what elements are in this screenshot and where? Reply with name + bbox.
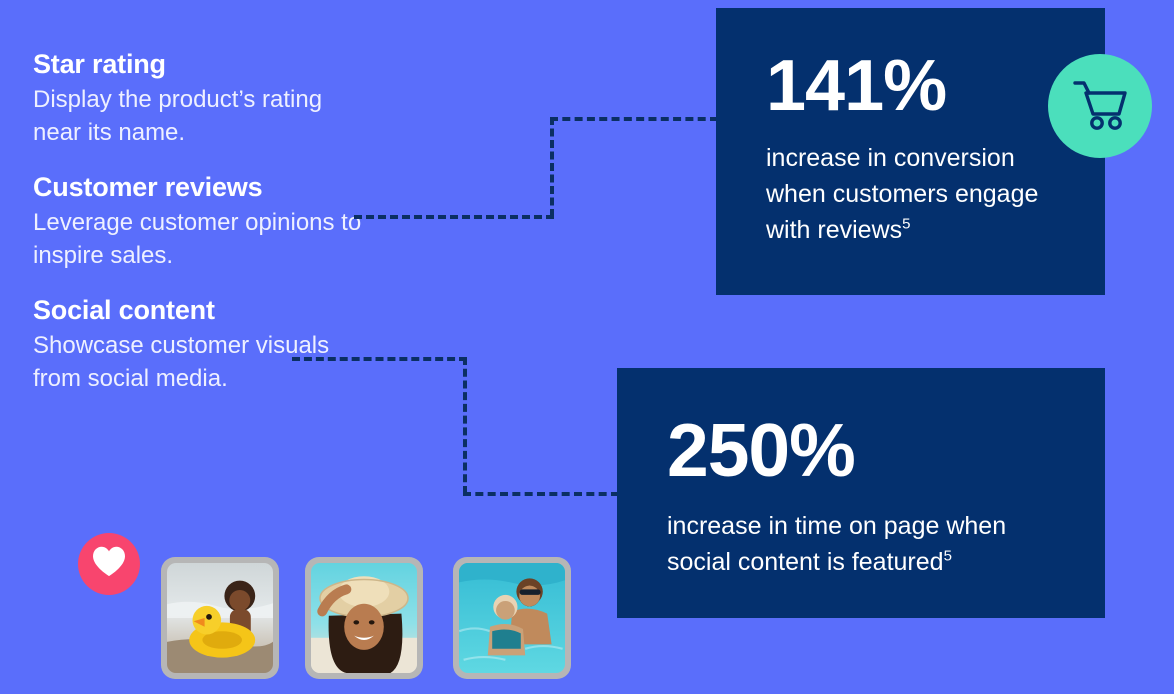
feature-title: Star rating	[33, 49, 166, 79]
feature-item-star-rating: Star rating Display the product’s rating…	[33, 48, 433, 149]
connector-segment-vertical	[550, 117, 554, 217]
photo-image	[311, 563, 417, 673]
feature-list: Star rating Display the product’s rating…	[33, 48, 433, 395]
stat-number: 250%	[667, 408, 856, 492]
feature-title: Social content	[33, 295, 215, 326]
stat-card-conversion: 141% increase in conversion when custome…	[716, 8, 1105, 295]
connector-segment-horizontal	[550, 117, 718, 121]
connector-segment-horizontal	[463, 492, 619, 496]
stat-description: increase in time on page when social con…	[667, 508, 1067, 580]
feature-item-social-content: Social content Showcase customer visuals…	[33, 294, 433, 395]
stat-description-text: increase in time on page when social con…	[667, 512, 1007, 576]
photo-thumbnail-duck[interactable]	[161, 557, 279, 679]
feature-item-customer-reviews: Customer reviews Leverage customer opini…	[33, 171, 433, 272]
heart-icon	[92, 546, 126, 582]
footnote-marker: 5	[902, 215, 911, 233]
feature-title: Customer reviews	[33, 172, 263, 203]
feature-description: Leverage customer opinions to inspire sa…	[33, 209, 362, 270]
feature-description: Showcase customer visuals from social me…	[33, 332, 330, 393]
shopping-cart-icon	[1071, 78, 1129, 135]
photo-thumbnail-hat[interactable]	[305, 557, 423, 679]
stat-description: increase in conversion when customers en…	[766, 140, 1066, 248]
cart-badge	[1048, 54, 1152, 158]
photo-thumbnail-pool[interactable]	[453, 557, 571, 679]
connector-segment-horizontal	[354, 215, 554, 219]
connector-segment-horizontal	[292, 357, 467, 361]
photo-image	[167, 563, 273, 673]
heart-badge	[78, 533, 140, 595]
infographic-canvas: Star rating Display the product’s rating…	[0, 0, 1174, 694]
photo-image	[459, 563, 565, 673]
stat-card-engagement: 250% increase in time on page when socia…	[617, 368, 1105, 618]
connector-segment-vertical	[463, 357, 467, 494]
feature-description: Display the product’s rating near its na…	[33, 85, 323, 147]
footnote-marker: 5	[943, 547, 952, 565]
